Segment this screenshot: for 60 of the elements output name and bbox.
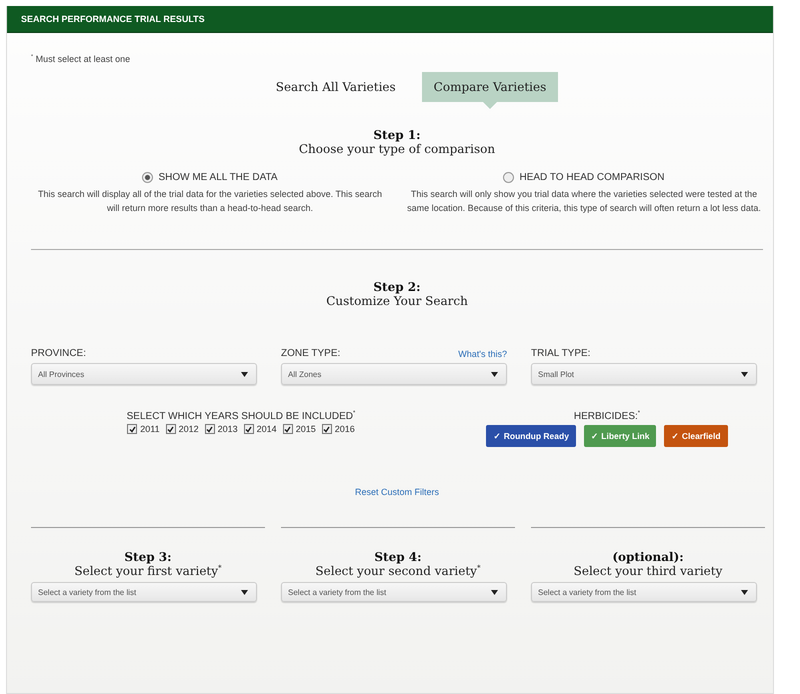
tab-pointer-icon — [482, 102, 497, 109]
year-label: 2015 — [296, 424, 316, 434]
year-label: 2011 — [140, 424, 160, 434]
checkbox[interactable] — [127, 424, 138, 434]
year-label: 2012 — [178, 424, 199, 434]
step-subheading: Select your second variety$^{*}$ — [315, 564, 481, 578]
year-label: 2014 — [256, 424, 277, 434]
checkbox[interactable] — [282, 424, 293, 434]
reset-link[interactable]: Reset Custom Filters — [354, 487, 440, 497]
step-heading: Step 4: — [374, 550, 422, 564]
herbicide-toggle[interactable]: ✓ Liberty Link — [584, 425, 656, 447]
caret-icon — [241, 372, 248, 376]
dropdown-placeholder: Select a variety from the list — [38, 588, 136, 596]
step-heading: (optional): — [612, 550, 684, 564]
option-description: This search will display all of the trial data for the varieties selected above. This search will return more results than a head-to-head search. — [37, 188, 383, 215]
radio-option[interactable]: HEAD TO HEAD COMPARISON — [503, 172, 665, 183]
dropdown-value: All Zones — [288, 370, 322, 378]
tab[interactable]: Search All Varieties — [264, 72, 408, 102]
checkbox[interactable] — [166, 424, 176, 434]
step-subheading: Select your first variety$^{*}$ — [74, 564, 222, 578]
year-label: 2013 — [218, 424, 238, 434]
variety-dropdown[interactable]: Select a variety from the list — [531, 582, 757, 602]
dropdown-placeholder: Select a variety from the list — [288, 588, 386, 596]
caret-icon — [491, 590, 498, 594]
radio-option[interactable]: SHOW ME ALL THE DATA — [142, 172, 278, 183]
dropdown-value: Small Plot — [538, 370, 574, 378]
checkbox[interactable] — [244, 424, 254, 434]
year-label: 2016 — [334, 424, 355, 434]
dropdown[interactable]: All Provinces — [31, 363, 257, 385]
dropdown[interactable]: All Zones — [281, 363, 507, 385]
checkbox[interactable] — [322, 424, 332, 434]
step-heading: Step 3: — [124, 550, 172, 564]
step-subheading: Customize Your Search — [326, 294, 468, 308]
panel-title: SEARCH PERFORMANCE TRIAL RESULTS — [21, 14, 205, 24]
herbicide-toggle[interactable]: ✓ Clearfield — [664, 425, 728, 447]
years-label: SELECT WHICH YEARS SHOULD BE INCLUDED$^{*}$ — [126, 411, 356, 422]
herbicide-toggle[interactable]: ✓ Roundup Ready — [486, 425, 576, 447]
required-note: $^{*}$ Must select at least one — [31, 54, 130, 64]
caret-icon — [741, 590, 748, 594]
help-link[interactable]: What's this? — [458, 349, 507, 359]
step-heading: Step 2: — [373, 280, 421, 294]
checkbox[interactable] — [204, 424, 215, 434]
herbicides-label: HERBICIDES:$^{*}$ — [574, 411, 640, 422]
option-description: This search will only show you trial data where the varieties selected were tested at the same location. Because of this criteria, this type of search will often return a lot less data. — [406, 188, 762, 215]
variety-dropdown[interactable]: Select a variety from the list — [31, 582, 257, 602]
filter-label: PROVINCE: — [31, 348, 86, 359]
caret-icon — [741, 372, 748, 376]
caret-icon — [241, 590, 248, 594]
step-subheading: Choose your type of comparison — [298, 142, 496, 156]
dropdown-placeholder: Select a variety from the list — [538, 588, 636, 596]
radio-button[interactable] — [503, 172, 514, 183]
dropdown[interactable]: Small Plot — [531, 363, 757, 385]
filter-label: TRIAL TYPE: — [531, 348, 590, 359]
caret-icon — [491, 372, 498, 376]
step-subheading: Select your third variety — [574, 564, 722, 578]
radio-button[interactable] — [142, 172, 154, 183]
dropdown-value: All Provinces — [38, 370, 84, 378]
filter-label: ZONE TYPE: — [281, 348, 340, 359]
variety-dropdown[interactable]: Select a variety from the list — [281, 582, 507, 602]
step-heading: Step 1: — [373, 128, 421, 142]
